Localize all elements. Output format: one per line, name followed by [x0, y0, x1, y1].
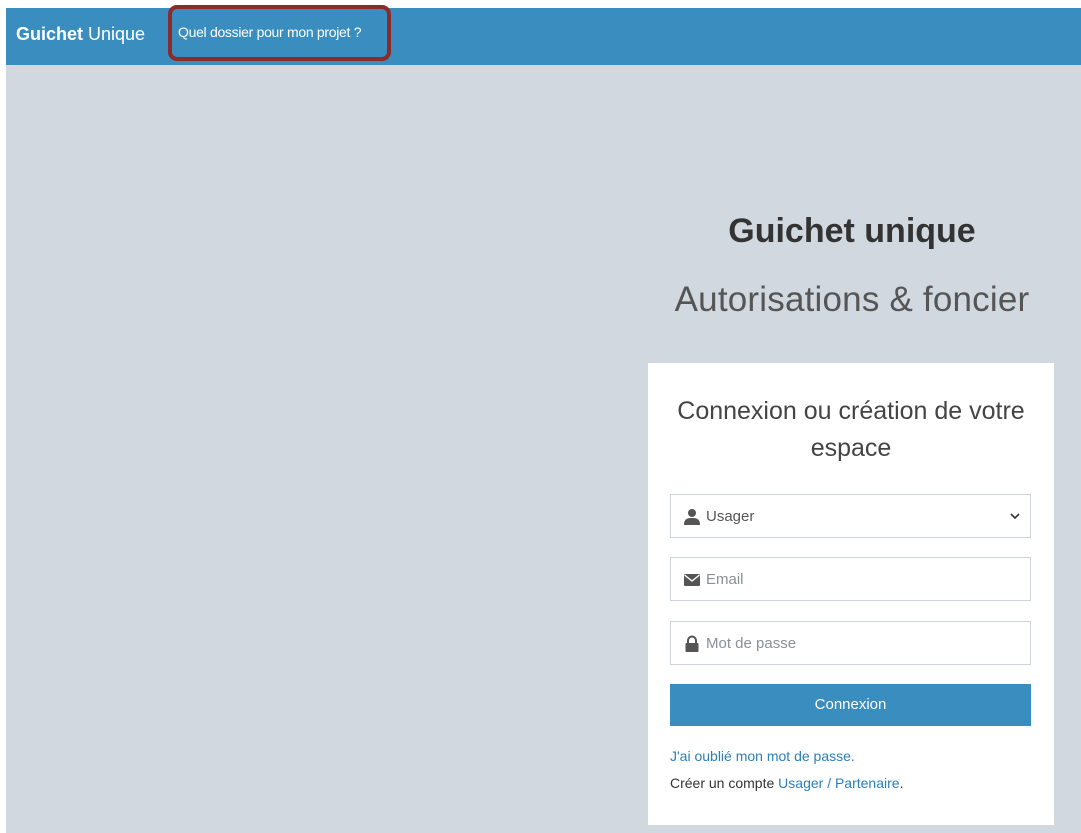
create-account-line: Créer un compte Usager / Partenaire.	[670, 775, 903, 791]
role-select-value: Usager	[706, 508, 755, 525]
brand-link[interactable]: Guichet Unique	[16, 24, 145, 45]
login-button[interactable]: Connexion	[670, 684, 1031, 726]
envelope-icon	[684, 574, 700, 586]
highlight-outline	[168, 5, 391, 61]
create-account-prefix: Créer un compte	[670, 775, 779, 791]
forgot-password-link[interactable]: J'ai oublié mon mot de passe.	[670, 748, 855, 764]
role-select[interactable]: Usager	[670, 494, 1031, 538]
hero-title: Guichet unique	[728, 212, 976, 250]
email-field[interactable]: Email	[670, 557, 1031, 601]
hero-subtitle: Autorisations & foncier	[674, 280, 1030, 319]
password-field[interactable]: Mot de passe	[670, 621, 1031, 665]
login-title: Connexion ou création de votre espace	[677, 397, 1025, 462]
chevron-down-icon	[1010, 513, 1020, 520]
brand-regular: Unique	[88, 24, 146, 44]
create-account-suffix: .	[899, 775, 904, 791]
user-icon	[684, 509, 700, 525]
password-placeholder: Mot de passe	[706, 635, 797, 652]
lock-icon	[685, 635, 699, 652]
email-placeholder: Email	[706, 571, 744, 588]
login-card: Connexion ou création de votre espace Us…	[648, 363, 1054, 825]
brand-bold: Guichet	[16, 24, 84, 44]
create-account-link[interactable]: Usager / Partenaire	[778, 775, 899, 791]
